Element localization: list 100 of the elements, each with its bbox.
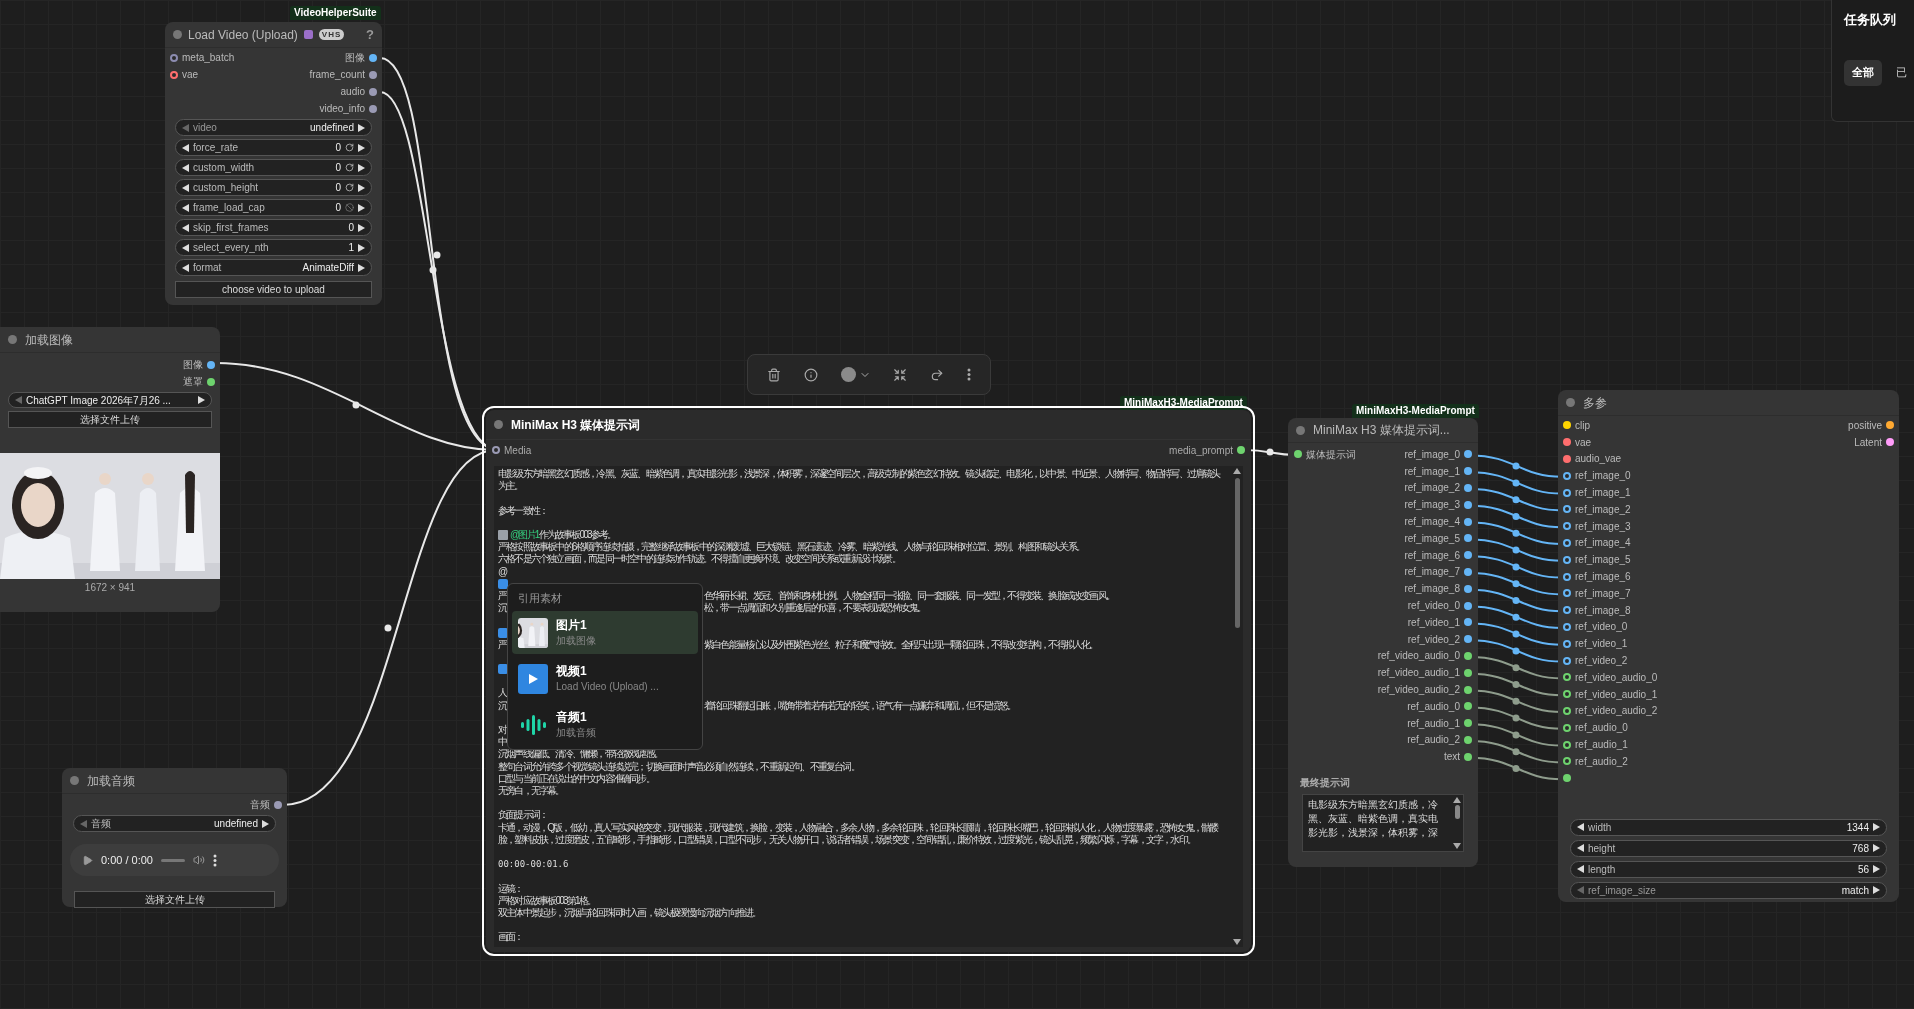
right-arrow-icon[interactable] bbox=[358, 123, 365, 132]
widget[interactable]: custom_height 0 bbox=[175, 179, 372, 196]
right-arrow-icon[interactable] bbox=[262, 819, 269, 828]
menu-item[interactable]: 图片1 加载图像 bbox=[512, 611, 698, 654]
right-arrow-icon[interactable] bbox=[358, 223, 365, 232]
prompt-line: 参考一致性： bbox=[498, 504, 549, 517]
input-label: ref_audio_2 bbox=[1575, 754, 1628, 769]
scroll-up-icon[interactable] bbox=[1453, 797, 1461, 804]
output-label: ref_image_8 bbox=[1404, 582, 1460, 597]
prompt-line: 严格按照故事板中的6格顺序连续拍摄，完整继承故事板中的深渊废墟、巨大锁链、黑石遗迹、冷雾、暗紫光线、人物与轮回珠相对位置、景别、构图和镜头关系。 bbox=[498, 541, 1085, 553]
input-label: ref_image_2 bbox=[1575, 502, 1631, 517]
widget[interactable]: force_rate 0 bbox=[175, 139, 372, 156]
output-label: text bbox=[1443, 750, 1460, 765]
queue-tab[interactable]: 全部 bbox=[1844, 59, 1882, 86]
node-card[interactable]: 加载音频 音频 音频 undefined 0:00 / 0:00 选择文件上传 bbox=[62, 768, 287, 907]
widget[interactable]: width 1344 bbox=[1570, 818, 1887, 836]
node-card[interactable]: 加载图像 图像 遮罩 ChatGPT Image 2026年7月26 ... 选择文件上传 1672 × 941 bbox=[0, 327, 220, 612]
widget[interactable]: custom_width 0 bbox=[175, 159, 372, 176]
scrollbar[interactable] bbox=[1233, 468, 1241, 945]
left-arrow-icon[interactable] bbox=[182, 203, 189, 212]
input-label: ref_image_0 bbox=[1575, 469, 1631, 484]
upload-button[interactable]: 选择文件上传 bbox=[74, 891, 275, 908]
mention-tag[interactable]: @图片1 bbox=[510, 529, 539, 542]
left-arrow-icon[interactable] bbox=[1577, 823, 1584, 832]
output-label: 图像 bbox=[183, 358, 203, 372]
left-arrow-icon[interactable] bbox=[182, 243, 189, 252]
output-label: audio bbox=[340, 85, 365, 99]
left-arrow-icon[interactable] bbox=[182, 183, 189, 192]
play-icon[interactable] bbox=[82, 854, 93, 866]
file-select[interactable]: 音频 undefined bbox=[73, 815, 276, 832]
reset-icon[interactable] bbox=[345, 183, 354, 192]
prompt-line-fragment: @ bbox=[498, 565, 507, 577]
panel-title: 任务队列 bbox=[1844, 11, 1897, 29]
left-arrow-icon[interactable] bbox=[182, 163, 189, 172]
input-label: Media bbox=[504, 443, 532, 458]
file-select[interactable]: ChatGPT Image 2026年7月26 ... bbox=[8, 392, 212, 408]
widget[interactable]: ref_image_size match bbox=[1570, 881, 1887, 899]
widget[interactable]: length 56 bbox=[1570, 860, 1887, 878]
reset-icon[interactable] bbox=[345, 163, 354, 172]
node-title: 加载图像 bbox=[25, 331, 73, 349]
output-label: media_prompt bbox=[1169, 443, 1233, 458]
right-arrow-icon[interactable] bbox=[358, 163, 365, 172]
right-arrow-icon[interactable] bbox=[1873, 823, 1880, 832]
widget[interactable]: height 768 bbox=[1570, 839, 1887, 857]
final-prompt-field[interactable]: 电影级东方暗黑玄幻质感，冷黑、灰蓝、暗紫色调，真实电影光影，浅景深，体积雾，深 bbox=[1302, 794, 1464, 853]
upload-button[interactable]: choose video to upload bbox=[175, 281, 372, 298]
trash-icon bbox=[767, 367, 782, 382]
left-arrow-icon[interactable] bbox=[182, 143, 189, 152]
input-label: audio_vae bbox=[1575, 452, 1622, 467]
scroll-down-icon[interactable] bbox=[1453, 843, 1461, 850]
prompt-line-fragment: 松，带一点调侃和久别重逢后的欣喜，不要表现成恐怖女鬼。 bbox=[704, 602, 926, 615]
queue-tab[interactable]: 已 bbox=[1888, 59, 1914, 86]
prompt-line-fragment: 沉 bbox=[498, 699, 508, 712]
output-label: ref_image_1 bbox=[1404, 464, 1460, 479]
more-icon[interactable] bbox=[213, 853, 217, 867]
output-label: ref_audio_1 bbox=[1407, 716, 1460, 731]
help-button[interactable]: ? bbox=[366, 24, 374, 45]
blocked-icon[interactable] bbox=[345, 203, 354, 212]
scroll-thumb[interactable] bbox=[1454, 805, 1460, 820]
left-arrow-icon[interactable] bbox=[1577, 844, 1584, 853]
volume-icon[interactable] bbox=[193, 854, 205, 866]
input-label: ref_image_1 bbox=[1575, 486, 1631, 501]
right-arrow-icon[interactable] bbox=[358, 203, 365, 212]
widget[interactable]: video undefined bbox=[175, 119, 372, 136]
right-arrow-icon[interactable] bbox=[1873, 844, 1880, 853]
menu-item[interactable]: 视频1 Load Video (Upload) ... bbox=[512, 657, 698, 700]
upload-button[interactable]: 选择文件上传 bbox=[8, 411, 212, 428]
left-arrow-icon[interactable] bbox=[1577, 865, 1584, 874]
scroll-thumb[interactable] bbox=[1234, 478, 1240, 628]
right-arrow-icon[interactable] bbox=[358, 243, 365, 252]
progress-track[interactable] bbox=[161, 858, 185, 862]
input-label: vae bbox=[182, 68, 199, 82]
prompt-line: 无旁白，无字幕。 bbox=[498, 785, 565, 798]
node-card[interactable] bbox=[1558, 390, 1899, 902]
right-arrow-icon[interactable] bbox=[358, 183, 365, 192]
node-source-label: VideoHelperSuite bbox=[290, 6, 381, 20]
audio-player[interactable]: 0:00 / 0:00 bbox=[70, 844, 279, 876]
node-card[interactable] bbox=[1288, 418, 1478, 867]
right-arrow-icon[interactable] bbox=[1873, 865, 1880, 874]
scrollbar[interactable] bbox=[1453, 797, 1461, 850]
node-icon bbox=[303, 30, 313, 39]
right-arrow-icon[interactable] bbox=[358, 143, 365, 152]
widget[interactable]: select_every_nth 1 bbox=[175, 239, 372, 256]
color-swatch-icon bbox=[840, 367, 856, 382]
info-icon bbox=[804, 367, 818, 382]
right-arrow-icon[interactable] bbox=[198, 396, 205, 404]
node-card[interactable] bbox=[165, 22, 382, 305]
left-arrow-icon[interactable] bbox=[182, 223, 189, 232]
output-label: frame_count bbox=[309, 68, 365, 82]
left-arrow-icon[interactable] bbox=[182, 263, 189, 272]
right-arrow-icon[interactable] bbox=[1873, 886, 1880, 895]
widget[interactable]: frame_load_cap 0 bbox=[175, 199, 372, 216]
menu-item[interactable]: 音频1 加载音频 bbox=[512, 703, 698, 746]
reset-icon[interactable] bbox=[345, 143, 354, 152]
right-arrow-icon[interactable] bbox=[358, 263, 365, 272]
output-label: ref_image_5 bbox=[1404, 531, 1460, 546]
scroll-up-icon[interactable] bbox=[1233, 468, 1241, 474]
scroll-down-icon[interactable] bbox=[1233, 939, 1241, 945]
widget[interactable]: format AnimateDiff bbox=[175, 259, 372, 276]
widget[interactable]: skip_first_frames 0 bbox=[175, 219, 372, 236]
